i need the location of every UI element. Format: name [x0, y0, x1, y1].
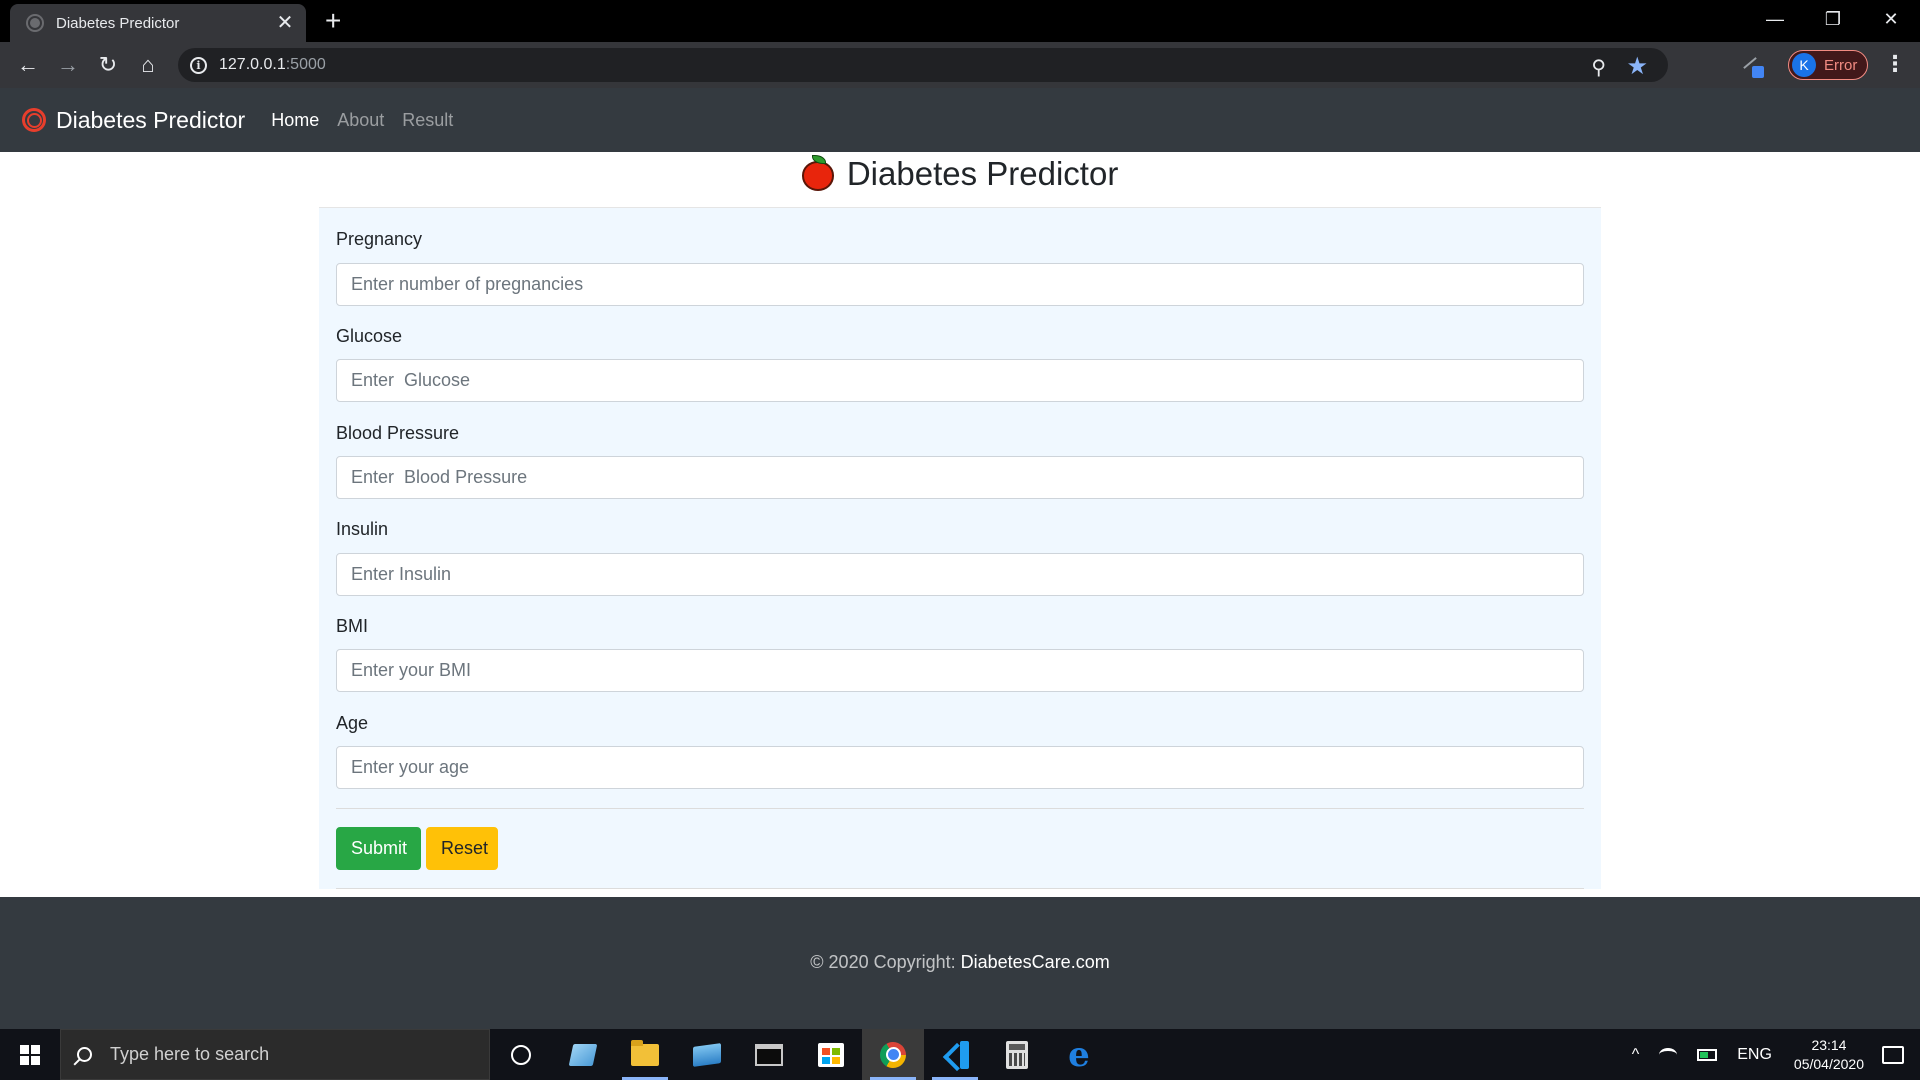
search-icon [77, 1047, 92, 1062]
blood-pressure-label: Blood Pressure [336, 423, 460, 443]
profile-button[interactable]: K Error [1788, 50, 1869, 80]
profile-status: Error [1824, 56, 1858, 74]
edge-icon: e [1068, 1034, 1090, 1075]
brand-logo-icon [22, 108, 46, 132]
bmi-input[interactable] [336, 649, 1584, 692]
battery-icon[interactable] [1697, 1048, 1718, 1061]
navbar-brand[interactable]: Diabetes Predictor [56, 107, 245, 134]
wifi-icon[interactable] [1659, 1047, 1678, 1062]
cortana-icon [511, 1044, 531, 1065]
age-input[interactable] [336, 746, 1584, 789]
chrome-icon [880, 1041, 906, 1068]
home-icon[interactable]: ⌂ [134, 51, 162, 79]
browser-toolbar: ← → ↻ ⌂ i 127.0.0.1:5000 ⚲ ★ K Error ⋮ [0, 42, 1920, 88]
vscode-icon [941, 1040, 969, 1069]
info-icon[interactable]: i [190, 56, 207, 74]
file-explorer-icon [631, 1039, 659, 1066]
terminal-button[interactable] [738, 1029, 800, 1080]
clock-time: 23:14 [1811, 1036, 1847, 1053]
terminal-icon [755, 1043, 783, 1066]
windows-logo-icon [20, 1044, 40, 1065]
restore-icon[interactable]: ❐ [1804, 0, 1862, 38]
blood-pressure-input[interactable] [336, 456, 1584, 499]
store-button[interactable] [800, 1029, 862, 1080]
nav-link-home[interactable]: Home [271, 110, 319, 131]
this-pc-icon [693, 1042, 721, 1067]
tab-favicon-icon [26, 14, 44, 32]
taskbar-search[interactable]: Type here to search [60, 1029, 490, 1080]
browser-tab[interactable]: Diabetes Predictor ✕ [10, 4, 306, 42]
start-button[interactable] [0, 1029, 60, 1080]
task-view-button[interactable] [552, 1029, 614, 1080]
tab-close-icon[interactable]: ✕ [274, 13, 296, 33]
address-bar[interactable]: i 127.0.0.1:5000 ⚲ ★ [178, 48, 1668, 82]
reload-icon[interactable]: ↻ [94, 51, 122, 79]
windows-taskbar: Type here to search e ^ ENG 23:14 05/04/… [0, 1029, 1920, 1080]
forward-icon[interactable]: → [54, 51, 82, 79]
url-port: :5000 [285, 56, 326, 73]
prediction-form: Pregnancy Glucose Blood Pressure Insulin… [319, 207, 1601, 889]
back-icon[interactable]: ← [14, 51, 42, 79]
bmi-label: BMI [336, 616, 369, 636]
store-icon [818, 1042, 844, 1067]
pregnancy-input[interactable] [336, 263, 1584, 306]
card-bottom-divider [336, 888, 1584, 889]
language-indicator[interactable]: ENG [1737, 1046, 1772, 1064]
footer-copyright: © 2020 Copyright: DiabetesCare.com [0, 952, 1920, 973]
chrome-button[interactable] [862, 1029, 924, 1080]
notification-icon[interactable] [1882, 1045, 1904, 1064]
footer-link[interactable]: DiabetesCare.com [961, 952, 1110, 972]
this-pc-button[interactable] [676, 1029, 738, 1080]
avatar: K [1792, 53, 1816, 77]
glucose-input[interactable] [336, 359, 1584, 402]
apple-icon [801, 155, 834, 191]
nav-link-result[interactable]: Result [402, 110, 453, 131]
file-explorer-button[interactable] [614, 1029, 676, 1080]
window-close-icon[interactable]: ✕ [1862, 0, 1920, 38]
tray-expand-icon[interactable]: ^ [1632, 1046, 1640, 1064]
tab-title: Diabetes Predictor [56, 14, 180, 32]
system-tray: ^ ENG 23:14 05/04/2020 [1622, 1029, 1920, 1080]
edge-button[interactable]: e [1048, 1029, 1110, 1080]
page-title-container: Diabetes Predictor [0, 152, 1920, 194]
page-title: Diabetes Predictor [846, 155, 1119, 192]
menu-icon[interactable]: ⋮ [1884, 51, 1906, 77]
task-view-icon [568, 1043, 598, 1066]
taskbar-search-placeholder: Type here to search [110, 1044, 270, 1064]
calculator-button[interactable] [986, 1029, 1048, 1080]
vscode-button[interactable] [924, 1029, 986, 1080]
minimize-icon[interactable]: — [1746, 0, 1804, 38]
insulin-input[interactable] [336, 553, 1584, 596]
age-label: Age [336, 713, 369, 733]
pregnancy-label: Pregnancy [336, 229, 423, 249]
cortana-button[interactable] [490, 1029, 552, 1080]
url-host: 127.0.0.1 [219, 56, 286, 73]
clock-date: 05/04/2020 [1793, 1055, 1864, 1072]
zoom-icon[interactable]: ⚲ [1591, 55, 1606, 80]
reset-button[interactable]: Reset [426, 827, 498, 870]
extension-icon[interactable] [1738, 52, 1764, 78]
glucose-label: Glucose [336, 326, 403, 346]
page-footer: © 2020 Copyright: DiabetesCare.com [0, 897, 1920, 1029]
nav-link-about[interactable]: About [337, 110, 384, 131]
insulin-label: Insulin [336, 519, 389, 539]
submit-button[interactable]: Submit [336, 827, 421, 870]
app-navbar: Diabetes Predictor Home About Result [0, 88, 1920, 152]
form-divider [336, 808, 1584, 809]
calculator-icon [1006, 1040, 1028, 1069]
window-controls: — ❐ ✕ [1746, 0, 1920, 38]
browser-tabstrip: Diabetes Predictor ✕ + — ❐ ✕ [0, 0, 1920, 42]
taskbar-clock[interactable]: 23:14 05/04/2020 [1794, 1036, 1864, 1074]
new-tab-button[interactable]: + [325, 6, 341, 36]
copyright-text: © 2020 Copyright: [810, 952, 961, 972]
star-icon[interactable]: ★ [1626, 52, 1648, 81]
